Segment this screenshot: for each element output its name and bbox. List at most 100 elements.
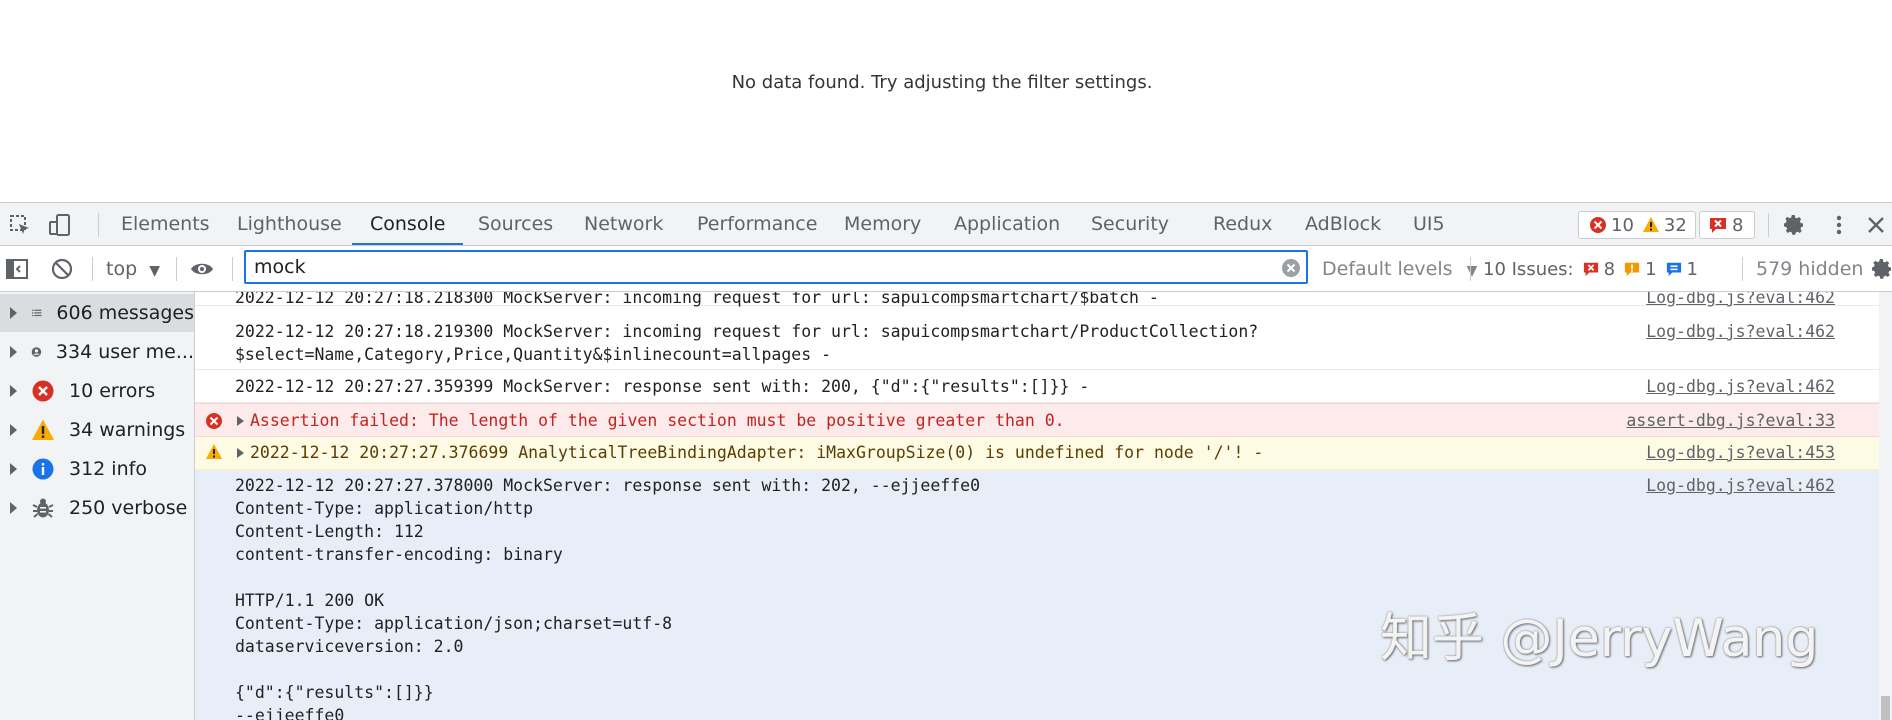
expand-triangle-icon bbox=[10, 463, 17, 475]
eye-icon[interactable] bbox=[190, 257, 214, 281]
error-icon bbox=[1590, 217, 1606, 233]
warning-icon bbox=[1642, 217, 1659, 232]
more-vert-icon[interactable] bbox=[1827, 213, 1851, 237]
clear-console-icon[interactable] bbox=[50, 257, 74, 281]
issues-label: 10 Issues: bbox=[1483, 258, 1574, 280]
sidebar-item-label: 10 errors bbox=[69, 380, 156, 402]
console-message[interactable]: 2022-12-12 20:27:18.219300 MockServer: i… bbox=[195, 314, 1879, 370]
message-source-link[interactable]: assert-dbg.js?eval:33 bbox=[1626, 409, 1835, 432]
toolbar-divider bbox=[98, 213, 99, 237]
expand-triangle-icon bbox=[10, 307, 17, 319]
user-icon bbox=[31, 347, 42, 357]
message-source-link[interactable]: Log-dbg.js?eval:462 bbox=[1646, 375, 1835, 398]
close-icon[interactable] bbox=[1864, 213, 1888, 237]
issues-error-count: 8 bbox=[1603, 258, 1616, 280]
message-source-link[interactable]: Log-dbg.js?eval:462 bbox=[1646, 320, 1835, 343]
message-text: 2022-12-12 20:27:27.376699 AnalyticalTre… bbox=[250, 443, 1264, 462]
errors-warnings-counter[interactable]: 10 32 bbox=[1578, 211, 1696, 239]
device-toolbar-icon[interactable] bbox=[48, 213, 72, 237]
tab-sources[interactable]: Sources bbox=[478, 203, 553, 245]
issue-error-icon bbox=[1583, 262, 1598, 277]
sidebar-item-info[interactable]: 312 info bbox=[0, 450, 194, 488]
context-label: top bbox=[106, 258, 138, 280]
toolbar-divider bbox=[1742, 257, 1743, 281]
toolbar-divider bbox=[176, 257, 177, 281]
list-icon bbox=[31, 309, 42, 317]
toolbar-divider bbox=[232, 257, 233, 281]
sidebar-item-label: 334 user me... bbox=[55, 341, 194, 363]
chevron-down-icon: ▼ bbox=[149, 263, 160, 279]
tab-ui5[interactable]: UI5 bbox=[1413, 203, 1445, 245]
sidebar-item-warnings[interactable]: 34 warnings bbox=[0, 411, 194, 449]
console-filter-input[interactable] bbox=[244, 250, 1308, 284]
tab-memory[interactable]: Memory bbox=[844, 203, 921, 245]
console-warning-message[interactable]: 2022-12-12 20:27:27.376699 AnalyticalTre… bbox=[195, 437, 1879, 470]
message-text: Assertion failed: The length of the give… bbox=[250, 411, 1065, 430]
clear-filter-icon[interactable] bbox=[1281, 258, 1301, 278]
tab-redux[interactable]: Redux bbox=[1213, 203, 1272, 245]
console-sidebar: 606 messages 334 user me... 10 errors 34… bbox=[0, 292, 195, 720]
expand-triangle-icon[interactable] bbox=[237, 416, 244, 426]
console-error-message[interactable]: Assertion failed: The length of the give… bbox=[195, 403, 1879, 437]
tab-adblock[interactable]: AdBlock bbox=[1305, 203, 1381, 245]
log-levels-dropdown[interactable]: Default levels ▼ bbox=[1322, 256, 1477, 282]
message-text: 2022-12-12 20:27:18.219300 MockServer: i… bbox=[235, 322, 1259, 364]
issues-error-tag: 8 bbox=[1582, 259, 1615, 280]
message-text: 2022-12-12 20:27:27.378000 MockServer: r… bbox=[235, 476, 981, 720]
error-count: 10 bbox=[1611, 214, 1634, 236]
gear-icon[interactable] bbox=[1782, 213, 1806, 237]
toolbar-divider bbox=[92, 257, 93, 281]
issues-info-tag: 1 bbox=[1665, 259, 1698, 280]
expand-triangle-icon bbox=[10, 424, 17, 436]
log-levels-label: Default levels bbox=[1322, 258, 1453, 280]
context-selector[interactable]: top ▼ bbox=[106, 256, 160, 282]
issues-warning-count: 1 bbox=[1645, 258, 1657, 280]
chevron-down-icon: ▼ bbox=[1466, 263, 1478, 279]
sidebar-item-user-messages[interactable]: 334 user me... bbox=[0, 333, 194, 371]
message-source-link[interactable]: Log-dbg.js?eval:453 bbox=[1646, 441, 1835, 464]
console-verbose-message[interactable]: 2022-12-12 20:27:27.378000 MockServer: r… bbox=[195, 470, 1879, 720]
console-message[interactable]: 2022-12-12 20:27:18.218300 MockServer: i… bbox=[195, 292, 1879, 309]
tab-console[interactable]: Console bbox=[352, 203, 464, 245]
inspect-element-icon[interactable] bbox=[8, 213, 32, 237]
app-page: No data found. Try adjusting the filter … bbox=[0, 0, 1892, 202]
expand-triangle-icon bbox=[10, 385, 17, 397]
info-icon bbox=[32, 458, 54, 480]
tab-security[interactable]: Security bbox=[1091, 203, 1169, 245]
console-message[interactable]: 2022-12-12 20:27:27.359399 MockServer: r… bbox=[195, 370, 1879, 403]
message-source-link[interactable]: Log-dbg.js?eval:462 bbox=[1646, 292, 1835, 309]
toolbar-divider bbox=[1470, 257, 1471, 281]
expand-triangle-icon bbox=[10, 502, 17, 514]
issue-warning-icon bbox=[1624, 262, 1640, 277]
tab-application[interactable]: Application bbox=[954, 203, 1060, 245]
sidebar-item-messages[interactable]: 606 messages bbox=[0, 294, 194, 332]
tab-lighthouse[interactable]: Lighthouse bbox=[237, 203, 342, 245]
sidebar-item-verbose[interactable]: 250 verbose bbox=[0, 489, 194, 527]
devtools-tabbar: Elements Lighthouse Console Sources Netw… bbox=[0, 202, 1892, 246]
issues-warning-tag: 1 bbox=[1623, 258, 1657, 280]
expand-triangle-icon[interactable] bbox=[237, 448, 244, 458]
message-text: 2022-12-12 20:27:27.359399 MockServer: r… bbox=[235, 377, 1090, 396]
watermark: 知乎 @JerryWang bbox=[1380, 609, 1819, 669]
message-text: 2022-12-12 20:27:18.218300 MockServer: i… bbox=[235, 292, 1159, 307]
message-source-link[interactable]: Log-dbg.js?eval:462 bbox=[1646, 474, 1835, 497]
sidebar-item-label: 312 info bbox=[69, 458, 147, 480]
console-scrollbar[interactable] bbox=[1879, 292, 1892, 720]
sidebar-item-errors[interactable]: 10 errors bbox=[0, 372, 194, 410]
issues-counter[interactable]: 8 bbox=[1699, 211, 1755, 239]
issues-summary[interactable]: 10 Issues: 8 1 1 bbox=[1483, 254, 1698, 284]
tab-elements[interactable]: Elements bbox=[121, 203, 210, 245]
issues-info-count: 1 bbox=[1686, 258, 1698, 280]
expand-triangle-icon bbox=[10, 346, 17, 358]
issue-info-icon bbox=[1666, 262, 1681, 277]
tab-network[interactable]: Network bbox=[584, 203, 663, 245]
tab-performance[interactable]: Performance bbox=[697, 203, 817, 245]
issue-icon bbox=[1710, 218, 1726, 233]
error-icon bbox=[32, 380, 54, 402]
console-toolbar: top ▼ Default levels ▼ 10 Issues: 8 1 1 … bbox=[0, 246, 1892, 292]
sidebar-toggle-icon[interactable] bbox=[5, 257, 29, 281]
scrollbar-thumb[interactable] bbox=[1881, 696, 1890, 720]
sidebar-item-label: 250 verbose bbox=[69, 497, 188, 519]
console-settings-gear-icon[interactable] bbox=[1870, 257, 1892, 281]
sidebar-item-label: 34 warnings bbox=[69, 419, 186, 441]
